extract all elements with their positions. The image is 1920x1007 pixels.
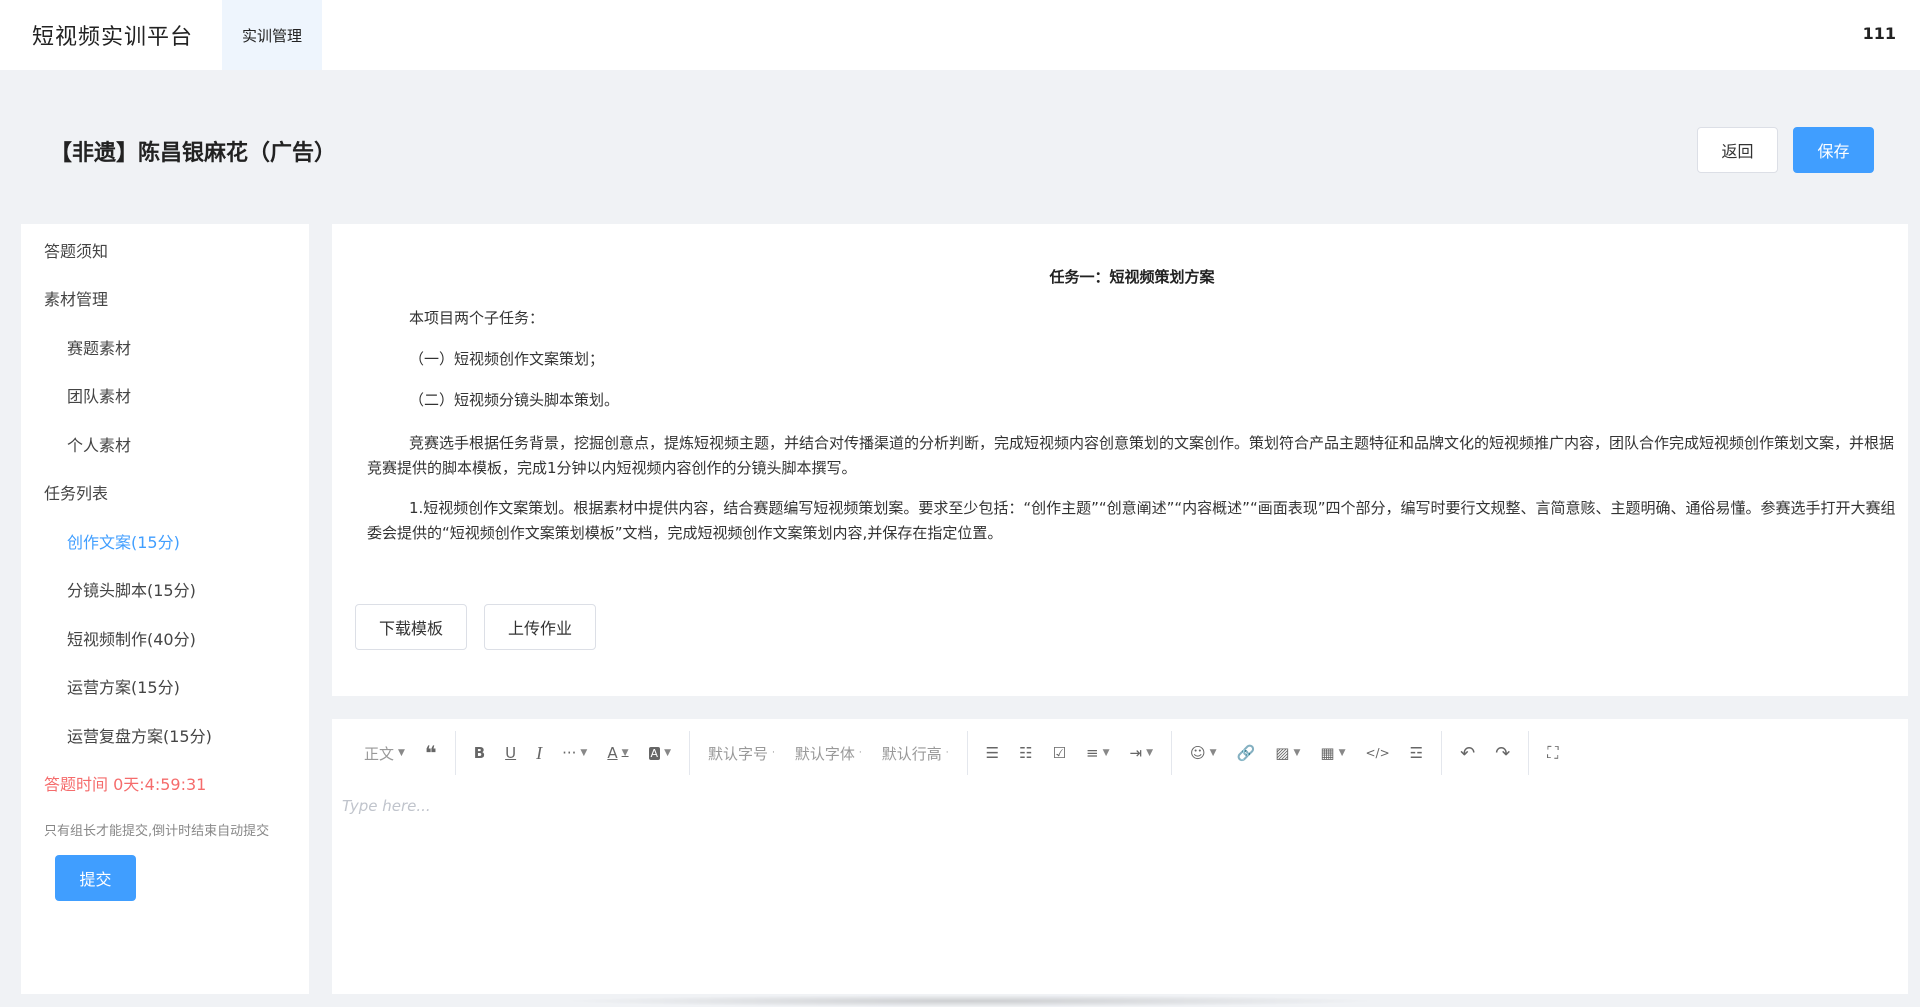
fullscreen-icon[interactable]: ⛶: [1537, 737, 1568, 769]
countdown-timer: 答题时间 0天:4:59:31: [44, 775, 207, 794]
quote-icon[interactable]: ❝: [415, 737, 447, 769]
line-height-label: 默认行高: [881, 744, 942, 763]
download-template-button[interactable]: 下载模板: [355, 604, 467, 650]
sidebar-item-storyboard-script[interactable]: 分镜头脚本(15分): [67, 577, 196, 601]
redo-icon[interactable]: ↷: [1485, 737, 1520, 769]
submit-note: 只有组长才能提交,倒计时结束自动提交: [44, 824, 270, 839]
toolbar-divider: [1528, 731, 1530, 775]
task-paragraph: （二）短视频分镜头脚本策划。: [409, 391, 620, 409]
sidebar: 答题须知 素材管理 赛题素材 团队素材 个人素材 任务列表 创作文案(15分) …: [21, 224, 309, 994]
save-button[interactable]: 保存: [1793, 127, 1874, 173]
bulleted-list-icon[interactable]: ☰: [976, 737, 1009, 769]
toolbar-divider: [1171, 731, 1173, 775]
table-icon[interactable]: ▦ ▼: [1310, 737, 1355, 769]
editor-text-area[interactable]: Type here...: [342, 797, 431, 815]
sidebar-item-copywriting[interactable]: 创作文案(15分): [67, 529, 180, 553]
editor-toolbar: 正文 ▼ ❝ B U I ··· ▼ A ▼ A ▼ 默认字号 · 默认字体 · 默认行高 ·…: [332, 719, 1908, 787]
sidebar-item-contest-material[interactable]: 赛题素材: [67, 335, 131, 359]
bottom-shadow: [560, 995, 1380, 1007]
link-icon[interactable]: 🔗: [1227, 737, 1266, 769]
font-color-icon[interactable]: A ▼: [597, 737, 638, 769]
top-nav: 短视频实训平台 实训管理 111: [0, 0, 1920, 70]
sidebar-item-material-management[interactable]: 素材管理: [44, 286, 108, 310]
task-paragraph: （一）短视频创作文案策划；: [409, 350, 605, 368]
back-button[interactable]: 返回: [1697, 127, 1778, 173]
emoji-icon[interactable]: ☺ ▼: [1180, 737, 1227, 769]
background-color-icon[interactable]: A ▼: [639, 737, 681, 769]
sidebar-item-team-material[interactable]: 团队素材: [67, 383, 131, 407]
italic-icon[interactable]: I: [526, 737, 552, 769]
sidebar-item-instructions[interactable]: 答题须知: [44, 238, 108, 262]
rich-text-editor: 正文 ▼ ❝ B U I ··· ▼ A ▼ A ▼ 默认字号 · 默认字体 · 默认行高 ·…: [332, 719, 1908, 994]
paragraph-style-dropdown[interactable]: 正文 ▼: [354, 737, 415, 769]
task-heading: 任务一：短视频策划方案: [1049, 268, 1215, 286]
font-size-label: 默认字号: [707, 744, 768, 763]
font-size-dropdown[interactable]: 默认字号 ·: [698, 737, 785, 769]
numbered-list-icon[interactable]: ☷: [1009, 737, 1042, 769]
indent-icon[interactable]: ⇥ ▼: [1120, 737, 1164, 769]
task-paragraph: 竞赛选手根据任务背景，挖掘创意点，提炼短视频主题，并结合对传播渠道的分析判断，完…: [367, 434, 1895, 477]
toolbar-divider: [966, 731, 968, 775]
font-family-label: 默认字体: [794, 744, 855, 763]
task-panel: 任务一：短视频策划方案 本项目两个子任务： （一）短视频创作文案策划； （二）短…: [332, 224, 1908, 696]
underline-icon[interactable]: U: [495, 737, 526, 769]
font-family-dropdown[interactable]: 默认字体 ·: [785, 737, 872, 769]
paragraph-style-label: 正文: [364, 744, 395, 763]
toolbar-divider: [1441, 731, 1443, 775]
divider-line-icon[interactable]: ☲: [1400, 737, 1433, 769]
toolbar-divider: [454, 731, 456, 775]
nav-tab-training-management[interactable]: 实训管理: [222, 0, 322, 70]
bold-icon[interactable]: B: [464, 737, 495, 769]
upload-homework-button[interactable]: 上传作业: [484, 604, 596, 650]
image-icon[interactable]: ▨ ▼: [1265, 737, 1310, 769]
sidebar-item-task-list[interactable]: 任务列表: [44, 480, 108, 504]
line-height-dropdown[interactable]: 默认行高 ·: [872, 737, 959, 769]
sidebar-item-operation-review[interactable]: 运营复盘方案(15分): [67, 723, 212, 747]
sidebar-item-video-production[interactable]: 短视频制作(40分): [67, 626, 196, 650]
more-icon[interactable]: ··· ▼: [552, 737, 597, 769]
toolbar-divider: [688, 731, 690, 775]
sidebar-item-personal-material[interactable]: 个人素材: [67, 432, 131, 456]
submit-button[interactable]: 提交: [55, 855, 136, 901]
task-paragraph: 本项目两个子任务：: [409, 309, 545, 327]
sidebar-item-operation-plan[interactable]: 运营方案(15分): [67, 674, 180, 698]
undo-icon[interactable]: ↶: [1450, 737, 1485, 769]
page-title: 【非遗】陈昌银麻花（广告）: [50, 141, 337, 166]
user-id[interactable]: 111: [1863, 24, 1896, 43]
todo-checkbox-icon[interactable]: ☑: [1043, 737, 1076, 769]
code-icon[interactable]: </>: [1355, 737, 1399, 769]
task-paragraph: 1.短视频创作文案策划。根据素材中提供内容，结合赛题编写短视频策划案。要求至少包…: [367, 499, 1896, 542]
brand-title: 短视频实训平台: [32, 25, 194, 50]
align-icon[interactable]: ≡ ▼: [1076, 737, 1120, 769]
